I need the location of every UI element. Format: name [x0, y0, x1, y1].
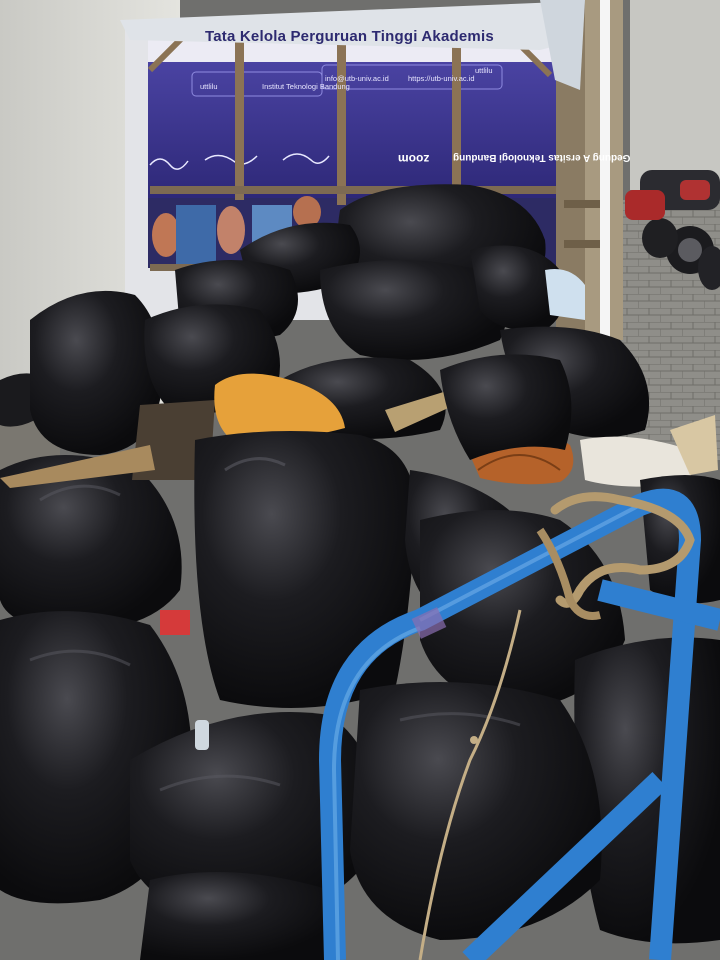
right-building — [630, 0, 720, 190]
building-label: Gedung A ersitas Teknologi Bandung — [453, 152, 631, 163]
banner-contact-5: uttlilu — [475, 66, 493, 75]
banner-contact-4: https://utb-univ.ac.id — [408, 74, 475, 83]
banner-title: Tata Kelola Perguruan Tinggi Akademis — [205, 28, 494, 45]
zoom-logo: zoom — [398, 152, 430, 166]
photo-scene: Tata Kelola Perguruan Tinggi Akademis ut… — [0, 0, 720, 960]
scene-drawing — [0, 0, 720, 960]
banner-contact-2: Institut Teknologi Bandung — [262, 82, 350, 91]
banner-contact-3: info@utb-univ.ac.id — [325, 74, 389, 83]
banner-contact-1: uttlilu — [200, 82, 218, 91]
